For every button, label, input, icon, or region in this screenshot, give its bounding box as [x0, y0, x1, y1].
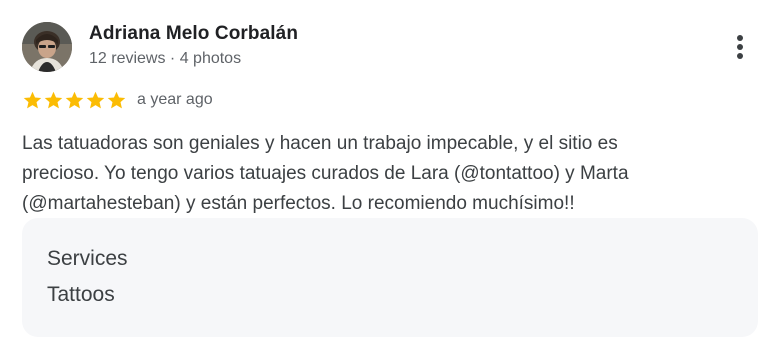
- star-icon: [64, 90, 85, 111]
- star-icon: [85, 90, 106, 111]
- services-box: Services Tattoos: [22, 218, 758, 337]
- services-heading: Services: [47, 247, 128, 270]
- star-rating: [22, 90, 127, 111]
- review-text-line: (@martahesteban) y están perfectos. Lo r…: [22, 193, 575, 214]
- rating-row: a year ago: [22, 88, 213, 112]
- review-text-line: Las tatuadoras son geniales y hacen un t…: [22, 133, 618, 154]
- review-card: Adriana Melo Corbalán 12 reviews · 4 pho…: [0, 0, 772, 343]
- review-text: Las tatuadoras son geniales y hacen un t…: [22, 129, 722, 219]
- review-date: a year ago: [137, 91, 213, 108]
- avatar[interactable]: [22, 22, 72, 72]
- star-icon: [43, 90, 64, 111]
- star-icon: [22, 90, 43, 111]
- services-value: Tattoos: [47, 283, 115, 306]
- star-icon: [106, 90, 127, 111]
- review-text-line: precioso. Yo tengo varios tatuajes curad…: [22, 163, 629, 184]
- avatar-photo: [22, 22, 72, 72]
- more-options-button[interactable]: [728, 32, 752, 62]
- author-name[interactable]: Adriana Melo Corbalán: [89, 23, 298, 45]
- author-meta: 12 reviews · 4 photos: [89, 50, 242, 67]
